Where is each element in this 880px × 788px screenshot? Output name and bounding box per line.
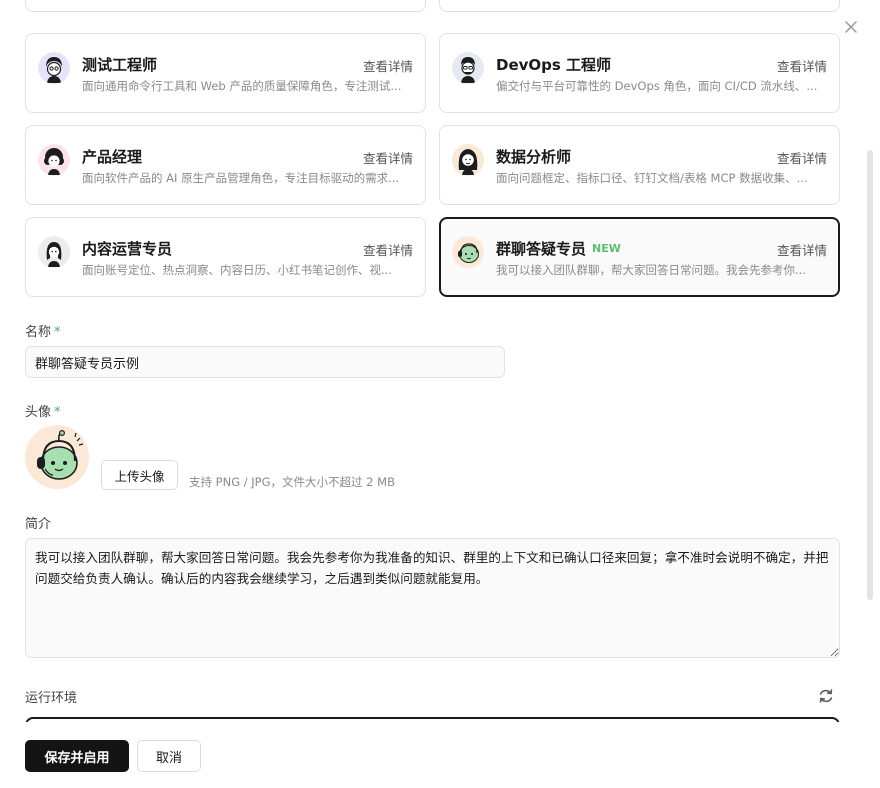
tester-avatar-icon <box>38 52 70 84</box>
role-title: 产品经理 <box>82 148 143 166</box>
content-ops-avatar-icon <box>38 236 70 268</box>
pm-avatar-icon <box>38 144 70 176</box>
required-mark: * <box>54 405 61 420</box>
name-label: 名称 * <box>25 321 61 340</box>
dialog: 测试工程师 面向通用命令行工具和 Web 产品的质量保障角色，专注测试... 查… <box>0 0 880 788</box>
role-title: 数据分析师 <box>496 148 572 166</box>
bio-label: 简介 <box>25 517 52 532</box>
close-icon[interactable] <box>842 18 860 36</box>
cancel-button[interactable]: 取消 <box>137 740 201 772</box>
group-chat-bot-avatar-icon <box>452 236 484 268</box>
devops-avatar-icon <box>452 52 484 84</box>
refresh-icon[interactable] <box>816 686 836 706</box>
scrollbar[interactable] <box>866 150 874 600</box>
scrollbar-thumb[interactable] <box>867 150 873 600</box>
role-desc: 面向软件产品的 AI 原生产品管理角色，专注目标驱动的需求... <box>82 171 400 185</box>
role-card-devops[interactable]: DevOps 工程师 偏交付与平台可靠性的 DevOps 角色，面向 CI/CD… <box>439 33 840 113</box>
role-desc: 偏交付与平台可靠性的 DevOps 角色，面向 CI/CD 流水线、... <box>496 79 818 93</box>
view-details-link[interactable]: 查看详情 <box>363 148 413 167</box>
current-avatar-image <box>25 425 89 489</box>
role-desc: 面向通用命令行工具和 Web 产品的质量保障角色，专注测试... <box>82 79 402 93</box>
role-title: 内容运营专员 <box>82 240 173 258</box>
avatar-label: 头像 * <box>25 401 61 420</box>
role-title-text: 群聊答疑专员 <box>496 240 587 258</box>
upload-avatar-button[interactable]: 上传头像 <box>101 460 178 490</box>
runtime-label: 运行环境 <box>25 691 78 706</box>
role-card-tester[interactable]: 测试工程师 面向通用命令行工具和 Web 产品的质量保障角色，专注测试... 查… <box>25 33 426 113</box>
view-details-link[interactable]: 查看详情 <box>777 148 827 167</box>
role-desc: 面向账号定位、热点洞察、内容日历、小红书笔记创作、视... <box>82 263 392 277</box>
role-card-data-analyst[interactable]: 数据分析师 面向问题框定、指标口径、钉钉文档/表格 MCP 数据收集、... 查… <box>439 125 840 205</box>
role-card-product-manager[interactable]: 产品经理 面向软件产品的 AI 原生产品管理角色，专注目标驱动的需求... 查看… <box>25 125 426 205</box>
bio-textarea[interactable]: 我可以接入团队群聊，帮大家回答日常问题。我会先参考你为我准备的知识、群里的上下文… <box>25 538 840 658</box>
view-details-link[interactable]: 查看详情 <box>363 56 413 75</box>
analyst-avatar-icon <box>452 144 484 176</box>
save-and-enable-button[interactable]: 保存并启用 <box>25 740 129 772</box>
role-title: DevOps 工程师 <box>496 56 612 74</box>
new-badge: NEW <box>592 242 621 255</box>
dialog-footer: 保存并启用 取消 <box>0 722 880 788</box>
view-details-link[interactable]: 查看详情 <box>777 56 827 75</box>
name-input[interactable] <box>25 346 505 378</box>
avatar-label-text: 头像 <box>25 405 52 420</box>
role-card-group-chat-qa[interactable]: 群聊答疑专员 NEW 我可以接入团队群聊，帮大家回答日常问题。我会先参考你... … <box>439 217 840 297</box>
role-desc: 面向问题框定、指标口径、钉钉文档/表格 MCP 数据收集、... <box>496 171 808 185</box>
role-title: 群聊答疑专员 NEW <box>496 238 621 259</box>
role-card-content-ops[interactable]: 内容运营专员 面向账号定位、热点洞察、内容日历、小红书笔记创作、视... 查看详… <box>25 217 426 297</box>
role-desc: 我可以接入团队群聊，帮大家回答日常问题。我会先参考你... <box>496 263 806 277</box>
role-card-partial-right[interactable] <box>439 0 840 12</box>
role-title: 测试工程师 <box>82 56 158 74</box>
role-card-partial-left[interactable] <box>25 0 426 12</box>
name-label-text: 名称 <box>25 325 52 340</box>
view-details-link[interactable]: 查看详情 <box>363 240 413 259</box>
upload-hint: 支持 PNG / JPG，文件大小不超过 2 MB <box>189 475 395 489</box>
view-details-link[interactable]: 查看详情 <box>777 240 827 259</box>
required-mark: * <box>54 325 61 340</box>
